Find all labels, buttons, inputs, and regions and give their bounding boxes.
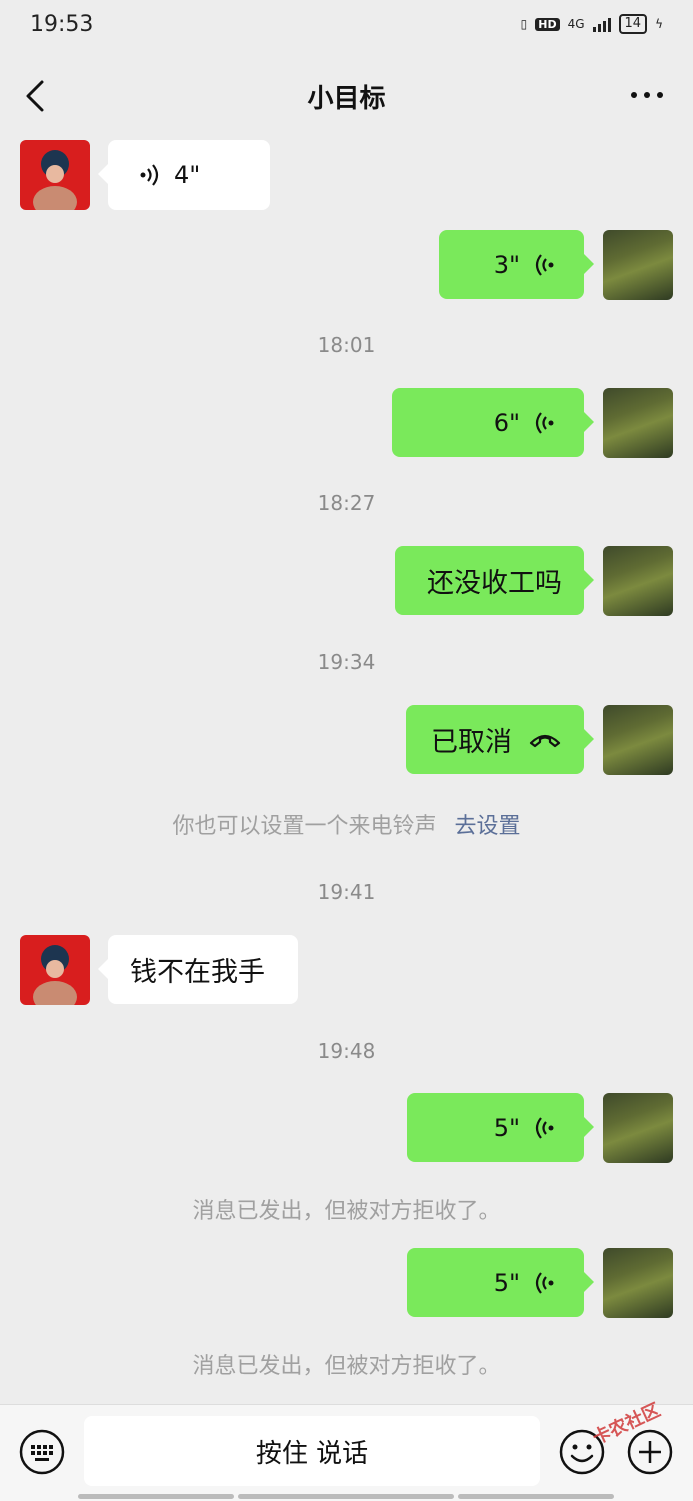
voice-wave-icon: [140, 164, 159, 186]
gesture-bar: [78, 1494, 234, 1499]
self-avatar[interactable]: [603, 705, 673, 775]
voice-message-outgoing[interactable]: 6": [392, 388, 594, 457]
timestamp: 18:01: [317, 333, 376, 357]
keyboard-icon[interactable]: [18, 1428, 66, 1476]
timestamp: 19:48: [317, 1039, 376, 1063]
text-message-outgoing[interactable]: 还没收工吗: [395, 546, 594, 615]
battery-indicator: 14: [618, 14, 648, 34]
contact-avatar[interactable]: [20, 140, 90, 210]
voice-duration: 3": [493, 250, 520, 279]
signal-icon: [592, 16, 611, 32]
timestamp: 19:41: [317, 880, 376, 904]
status-icons: ▯ HD 4G 14 ϟ: [521, 14, 663, 34]
message-text: 还没收工吗: [427, 568, 562, 599]
voice-wave-icon: [535, 411, 554, 434]
gesture-bar: [458, 1494, 614, 1499]
call-cancelled-message[interactable]: 已取消: [406, 705, 594, 774]
self-avatar[interactable]: [603, 388, 673, 458]
rejected-notice: 消息已发出，但被对方拒收了。: [192, 1199, 501, 1224]
chat-title: 小目标: [307, 84, 386, 114]
go-settings-link[interactable]: 去设置: [455, 814, 521, 839]
voice-duration: 6": [493, 408, 520, 437]
charging-icon: ϟ: [655, 17, 663, 31]
status-time: 19:53: [30, 12, 94, 37]
ringtone-hint: 你也可以设置一个来电铃声 去设置: [0, 808, 693, 840]
message-text: 已取消: [431, 727, 512, 758]
contact-avatar[interactable]: [20, 935, 90, 1005]
voice-wave-icon: [535, 1116, 554, 1139]
phone-hangup-icon: [529, 734, 561, 747]
self-avatar[interactable]: [603, 546, 673, 616]
voice-wave-icon: [535, 253, 554, 276]
self-avatar[interactable]: [603, 1248, 673, 1318]
vibrate-icon: ▯: [520, 17, 528, 31]
self-avatar[interactable]: [603, 230, 673, 300]
rejected-notice: 消息已发出，但被对方拒收了。: [192, 1354, 501, 1379]
plus-icon[interactable]: [626, 1428, 674, 1476]
gesture-bar: [238, 1494, 454, 1499]
voice-message-incoming[interactable]: 4": [98, 140, 270, 210]
text-message-incoming[interactable]: 钱不在我手: [98, 935, 298, 1004]
network-label: 4G: [567, 17, 585, 31]
message-text: 钱不在我手: [130, 957, 265, 988]
more-options-icon[interactable]: [631, 92, 663, 98]
timestamp: 18:27: [317, 491, 376, 515]
voice-message-outgoing[interactable]: 5": [407, 1248, 594, 1317]
voice-duration: 5": [493, 1268, 520, 1297]
hd-badge: HD: [535, 17, 560, 31]
hold-to-talk-button[interactable]: 按住 说话: [84, 1416, 540, 1486]
self-avatar[interactable]: [603, 1093, 673, 1163]
timestamp: 19:34: [317, 650, 376, 674]
voice-message-outgoing[interactable]: 3": [439, 230, 594, 299]
voice-message-outgoing[interactable]: 5": [407, 1093, 594, 1162]
hint-text: 你也可以设置一个来电铃声: [172, 814, 437, 839]
voice-duration: 4": [174, 161, 201, 189]
voice-duration: 5": [493, 1113, 520, 1142]
voice-wave-icon: [535, 1271, 554, 1294]
